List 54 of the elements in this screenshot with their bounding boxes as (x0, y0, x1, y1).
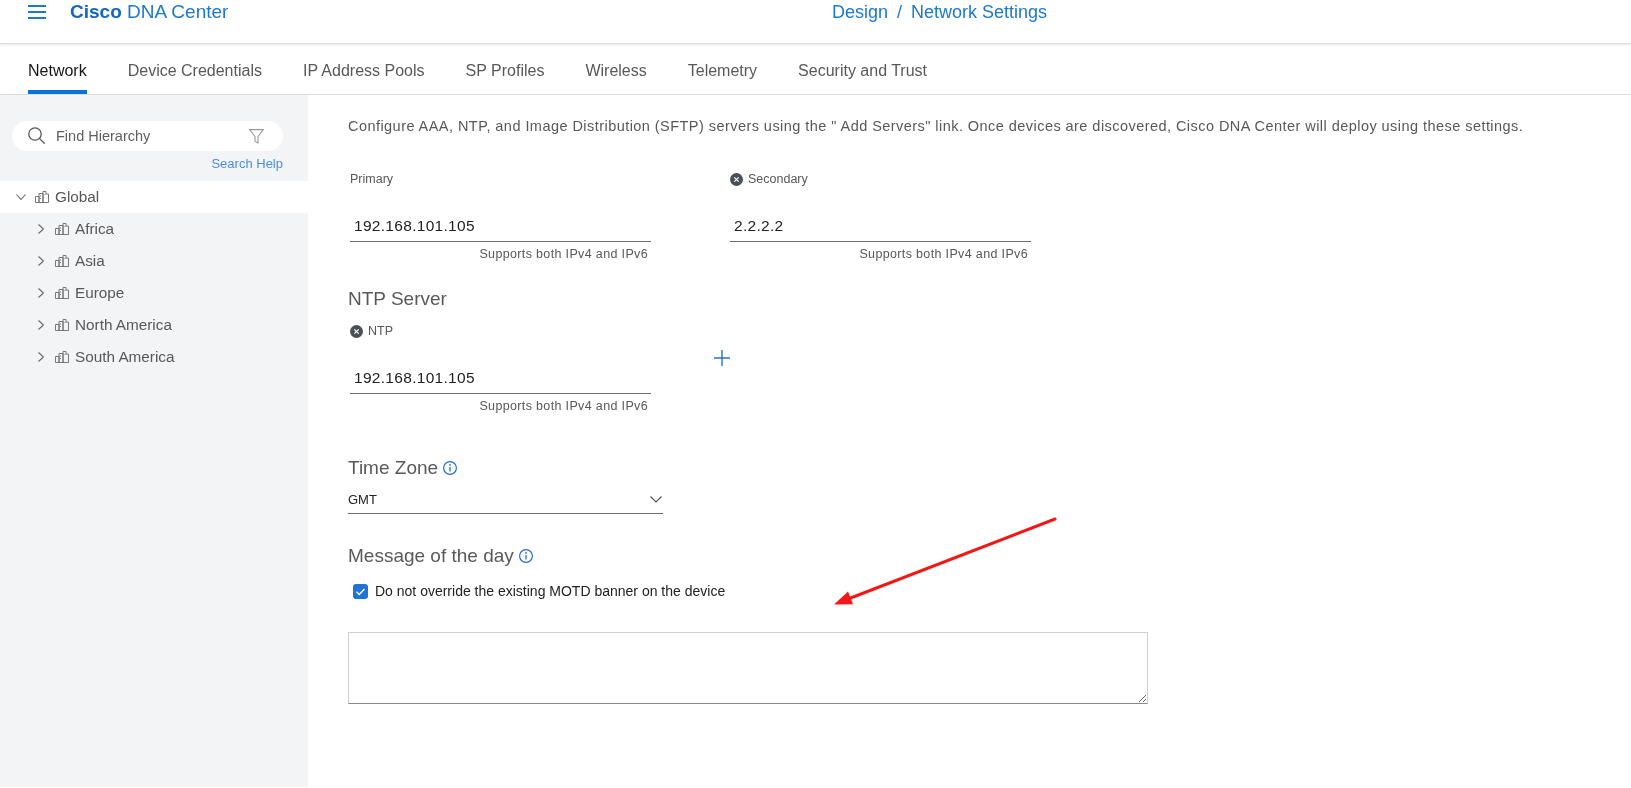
ip-address-field[interactable]: 2.2.2.2 (730, 211, 1031, 242)
breadcrumb-separator: / (897, 1, 903, 23)
section-title: Message of the day (348, 544, 514, 568)
page-title: Network Settings (911, 1, 1048, 23)
field-hint: Supports both IPv4 and IPv6 (859, 247, 1028, 261)
buildings-icon (35, 191, 49, 203)
ip-address-field[interactable]: 192.168.101.105 (350, 211, 651, 242)
tree-item[interactable]: Asia (0, 245, 308, 277)
buildings-icon (55, 287, 69, 299)
description-text: Configure AAA, NTP, and Image Distribution (SFTP) servers using the " Add Servers" link. Once devices are discovered, Cisco DNA Center will deploy using these settings. (348, 117, 1524, 135)
tab[interactable]: Security and Trust (798, 44, 928, 94)
close-icon[interactable] (730, 172, 743, 186)
menu-icon[interactable] (28, 5, 46, 19)
tab[interactable]: Wireless (585, 44, 647, 94)
app-title: Cisco DNA Center (70, 1, 229, 23)
field-hint: Supports both IPv4 and IPv6 (479, 399, 648, 413)
tree-item[interactable]: Global (0, 181, 308, 213)
close-icon[interactable] (350, 324, 363, 338)
chevron-right-icon[interactable] (38, 224, 44, 234)
section-title: NTP Server (348, 287, 447, 311)
field-label: Primary (350, 172, 394, 186)
chevron-right-icon[interactable] (38, 256, 44, 266)
chevron-down-icon[interactable] (16, 194, 26, 200)
info-icon[interactable] (518, 549, 533, 563)
chevron-right-icon[interactable] (38, 320, 44, 330)
buildings-icon (55, 223, 69, 235)
tree-item[interactable]: Africa (0, 213, 308, 245)
buildings-icon (55, 255, 69, 267)
buildings-icon (55, 319, 69, 331)
tab[interactable]: Telemetry (687, 44, 758, 94)
breadcrumb-link[interactable]: Design (832, 1, 889, 23)
search-icon[interactable] (28, 127, 45, 144)
checkbox[interactable] (353, 583, 368, 599)
chevron-right-icon[interactable] (38, 352, 44, 362)
tab[interactable]: Device Credentials (127, 44, 262, 94)
chevron-down-icon[interactable] (650, 496, 662, 503)
tree-item[interactable]: North America (0, 309, 308, 341)
search-field[interactable]: Find Hierarchy (12, 121, 283, 151)
tab[interactable]: SP Profiles (465, 44, 545, 94)
time-zone-select[interactable]: GMT (348, 486, 663, 514)
section-title: Time Zone (348, 456, 439, 480)
info-icon[interactable] (443, 461, 458, 475)
field-label: NTP (368, 324, 393, 338)
filter-icon[interactable] (249, 129, 264, 144)
plus-icon[interactable] (714, 350, 730, 366)
tree-item[interactable]: Europe (0, 277, 308, 309)
field-label: Secondary (748, 172, 808, 186)
tree-item[interactable]: South America (0, 341, 308, 373)
chevron-right-icon[interactable] (38, 288, 44, 298)
checkbox-label: Do not override the existing MOTD banner on the device (375, 583, 726, 599)
field-hint: Supports both IPv4 and IPv6 (479, 247, 648, 261)
ip-address-field[interactable]: 192.168.101.105 (350, 363, 651, 394)
buildings-icon (55, 351, 69, 363)
tab[interactable]: IP Address Pools (302, 44, 425, 94)
